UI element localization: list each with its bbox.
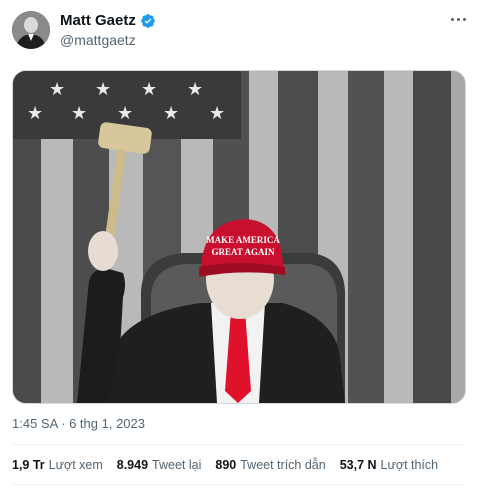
avatar[interactable] (12, 11, 50, 49)
tweet-header: Matt Gaetz @mattgaetz (0, 0, 480, 60)
avatar-image (12, 11, 50, 49)
svg-text:★: ★ (187, 79, 203, 100)
svg-text:★: ★ (141, 79, 157, 100)
svg-text:★: ★ (117, 103, 133, 124)
cap-text-line2: GREAT AGAIN (212, 247, 275, 257)
svg-text:★: ★ (49, 79, 65, 100)
dot (450, 17, 454, 21)
stat-number: 1,9 Tr (12, 458, 45, 472)
stat-retweets[interactable]: 8.949 Tweet lại (117, 458, 202, 472)
svg-text:★: ★ (163, 103, 179, 124)
name-row: Matt Gaetz (60, 12, 156, 29)
divider (12, 444, 464, 445)
stat-views[interactable]: 1,9 Tr Lượt xem (12, 458, 103, 472)
author-handle[interactable]: @mattgaetz (60, 32, 136, 48)
tweet-timestamp[interactable]: 1:45 SA · 6 thg 1, 2023 (12, 416, 145, 431)
stat-number: 890 (215, 458, 237, 472)
cap-text-line1: MAKE AMERICA (206, 235, 280, 245)
stat-label: Lượt xem (48, 458, 103, 472)
svg-text:★: ★ (95, 79, 111, 100)
divider (12, 484, 464, 485)
dot (462, 17, 466, 21)
tweet-stats: 1,9 Tr Lượt xem 8.949 Tweet lại 890 Twee… (12, 458, 452, 472)
stat-label: Tweet trích dẫn (240, 458, 326, 472)
stat-label: Lượt thích (380, 458, 439, 472)
media-illustration: ★ ★ ★ ★ ★ ★ ★ ★ ★ MAKE AMERICA GREAT AGA… (13, 71, 465, 403)
hand (88, 231, 118, 271)
svg-text:★: ★ (209, 103, 225, 124)
stat-label: Tweet lại (152, 458, 202, 472)
stat-likes[interactable]: 53,7 N Lượt thích (340, 458, 438, 472)
svg-text:★: ★ (71, 103, 87, 124)
svg-text:★: ★ (27, 103, 43, 124)
dot (456, 17, 460, 21)
stat-number: 8.949 (116, 458, 149, 472)
stat-quote-tweets[interactable]: 890 Tweet trích dẫn (215, 458, 325, 472)
stat-number: 53,7 N (339, 458, 377, 472)
more-dots-icon[interactable] (448, 11, 468, 27)
author-name[interactable]: Matt Gaetz (60, 12, 136, 29)
tweet-media-image[interactable]: ★ ★ ★ ★ ★ ★ ★ ★ ★ MAKE AMERICA GREAT AGA… (12, 70, 466, 404)
verified-badge-icon (141, 13, 155, 28)
